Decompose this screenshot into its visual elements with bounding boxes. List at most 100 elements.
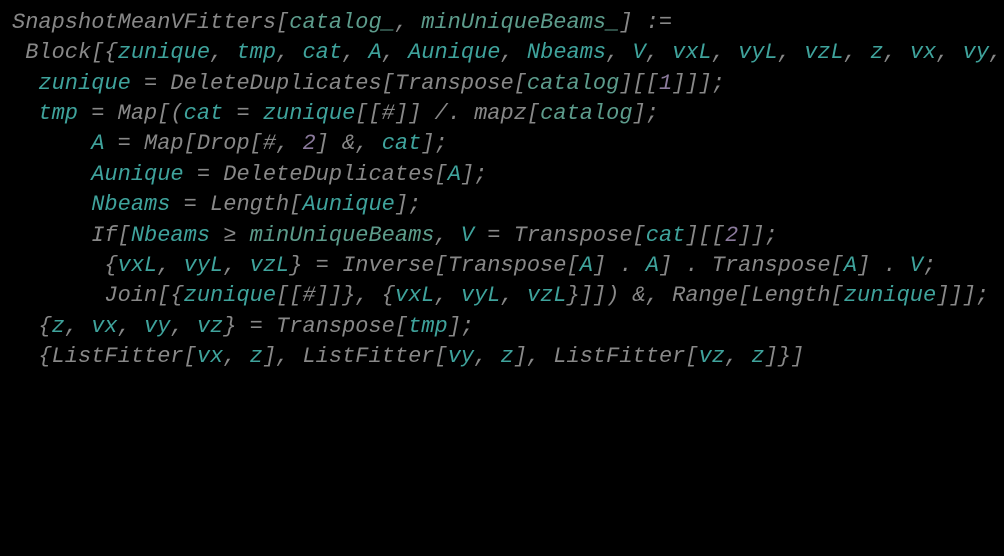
token: ]]]; [936, 283, 989, 308]
var-cat: cat [302, 40, 342, 65]
token: ≥ [210, 223, 250, 248]
token: ]; [395, 192, 421, 217]
var-vyL: vyL [184, 253, 224, 278]
token: ] &, [316, 131, 382, 156]
var-Aunique: Aunique [302, 192, 394, 217]
code-line-5: A = Map[Drop[#, 2] &, cat]; [12, 129, 992, 159]
token: = Transpose[ [474, 223, 646, 248]
token: }]]) &, Range[Length[ [567, 283, 844, 308]
var-vx: vx [197, 344, 223, 369]
var-vyL: vyL [738, 40, 778, 65]
arg-catalog: catalog [540, 101, 632, 126]
token: , [382, 40, 408, 65]
token: Block[{ [12, 40, 118, 65]
var-vxL: vxL [672, 40, 712, 65]
token: , [342, 40, 368, 65]
var-Aunique: Aunique [408, 40, 500, 65]
token: , [435, 283, 461, 308]
arg-catalog: catalog_ [289, 10, 395, 35]
var-A: A [448, 162, 461, 187]
token: ] := [619, 10, 672, 35]
var-cat: cat [646, 223, 686, 248]
token: , [883, 40, 909, 65]
var-cat: cat [382, 131, 422, 156]
var-vzL: vzL [527, 283, 567, 308]
arg-catalog: catalog [527, 71, 619, 96]
arg-minUniqueBeams: minUniqueBeams [250, 223, 435, 248]
token: ]; [633, 101, 659, 126]
var-vzL: vzL [250, 253, 290, 278]
token: [[#]] /. mapz[ [355, 101, 540, 126]
code-block: SnapshotMeanVFitters[catalog_, minUnique… [12, 8, 992, 372]
token: , [157, 253, 183, 278]
token: , [65, 314, 91, 339]
number-2: 2 [725, 223, 738, 248]
token: ]; [461, 162, 487, 187]
token: , [725, 344, 751, 369]
var-vy: vy [963, 40, 989, 65]
var-V: V [910, 253, 923, 278]
token: ][[ [619, 71, 659, 96]
var-z: z [52, 314, 65, 339]
var-Nbeams: Nbeams [527, 40, 606, 65]
token [12, 71, 38, 96]
token: ]; [448, 314, 474, 339]
token: ] . [857, 253, 910, 278]
token: = DeleteDuplicates[Transpose[ [131, 71, 527, 96]
var-z: z [250, 344, 263, 369]
token: , [501, 283, 527, 308]
token: Join[{ [12, 283, 184, 308]
token: ] . [593, 253, 646, 278]
var-z: z [870, 40, 883, 65]
token: { [12, 314, 52, 339]
token: , [989, 40, 1004, 65]
token: ][[ [685, 223, 725, 248]
token [12, 192, 91, 217]
code-line-7: Nbeams = Length[Aunique]; [12, 190, 992, 220]
token: { [12, 253, 118, 278]
var-A: A [368, 40, 381, 65]
var-V: V [633, 40, 646, 65]
token: = Length[ [170, 192, 302, 217]
code-line-10: Join[{zunique[[#]]}, {vxL, vyL, vzL}]]) … [12, 281, 992, 311]
token: , [646, 40, 672, 65]
token: , [606, 40, 632, 65]
var-V: V [461, 223, 474, 248]
token: , [210, 40, 236, 65]
code-line-6: Aunique = DeleteDuplicates[A]; [12, 160, 992, 190]
code-line-4: tmp = Map[(cat = zunique[[#]] /. mapz[ca… [12, 99, 992, 129]
token [12, 131, 91, 156]
token: , [778, 40, 804, 65]
token: } = Inverse[Transpose[ [289, 253, 579, 278]
token [12, 101, 38, 126]
var-A: A [844, 253, 857, 278]
token: ]]]; [672, 71, 725, 96]
code-line-11: {z, vx, vy, vz} = Transpose[tmp]; [12, 312, 992, 342]
token: ], ListFitter[ [263, 344, 448, 369]
var-A: A [646, 253, 659, 278]
token: = [223, 101, 263, 126]
token: = Map[Drop[#, [104, 131, 302, 156]
token: ] . Transpose[ [659, 253, 844, 278]
token: SnapshotMeanVFitters[ [12, 10, 289, 35]
code-line-2: Block[{zunique, tmp, cat, A, Aunique, Nb… [12, 38, 992, 68]
token: {ListFitter[ [12, 344, 197, 369]
var-vy: vy [144, 314, 170, 339]
var-tmp: tmp [408, 314, 448, 339]
var-Aunique: Aunique [91, 162, 183, 187]
token: = DeleteDuplicates[ [184, 162, 448, 187]
token: , [118, 314, 144, 339]
var-vxL: vxL [118, 253, 158, 278]
token: = Map[( [78, 101, 184, 126]
var-tmp: tmp [38, 101, 78, 126]
token: [[#]]}, { [276, 283, 395, 308]
var-vz: vz [197, 314, 223, 339]
var-z: z [751, 344, 764, 369]
var-zunique: zunique [184, 283, 276, 308]
arg-minUniqueBeams: minUniqueBeams_ [421, 10, 619, 35]
token: ], ListFitter[ [514, 344, 699, 369]
var-cat: cat [184, 101, 224, 126]
token: ]}] [765, 344, 805, 369]
token [12, 162, 91, 187]
token: , [223, 253, 249, 278]
